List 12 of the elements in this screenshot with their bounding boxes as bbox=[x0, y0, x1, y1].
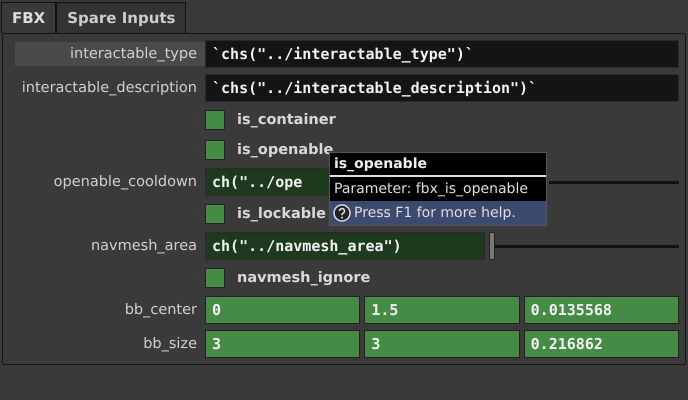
tooltip-title: is_openable bbox=[330, 153, 546, 177]
parameter-label: bb_center bbox=[124, 301, 198, 320]
parameter-label: interactable_type bbox=[15, 42, 205, 66]
help-text: Press F1 for more help. bbox=[354, 205, 516, 221]
checkbox-label: is_container bbox=[237, 112, 336, 128]
parameter-label: bb_size bbox=[142, 335, 198, 354]
checkbox-label: is_lockable bbox=[237, 206, 326, 222]
checkbox-label: navmesh_ignore bbox=[237, 270, 370, 286]
tooltip-text: Parameter: fbx_is_openable bbox=[333, 180, 529, 199]
parameter-label: navmesh_area bbox=[90, 237, 198, 256]
parameter-label: interactable_description bbox=[20, 79, 198, 98]
parameter-label: openable_cooldown bbox=[52, 173, 198, 192]
